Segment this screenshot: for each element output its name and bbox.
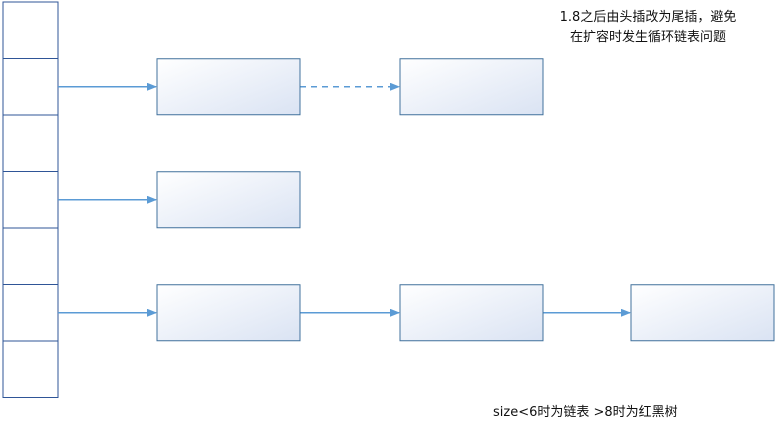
bucket-3-node-0: [156, 171, 301, 229]
annotation-note: 1.8之后由头插改为尾插，避免 在扩容时发生循环链表问题: [528, 8, 768, 48]
bucket-5: [2, 284, 59, 342]
bucket-5-node-2: [630, 284, 775, 342]
annotation-line-2: 在扩容时发生循环链表问题: [569, 30, 726, 45]
annotation-line-1: 1.8之后由头插改为尾插，避免: [559, 10, 737, 25]
bucket-0: [2, 1, 59, 59]
chain-nodes: [156, 58, 775, 342]
bucket-2: [2, 114, 59, 172]
chain-links: [58, 82, 631, 317]
bucket-5-node-1: [399, 284, 544, 342]
hashmap-diagram: [2, 1, 775, 398]
bucket-1: [2, 58, 59, 116]
bucket-5-node-0: [156, 284, 301, 342]
footer-note: size<6时为链表 >8时为红黑树: [493, 405, 678, 420]
bucket-array: [2, 1, 59, 398]
bucket-4: [2, 227, 59, 285]
bucket-6: [2, 340, 59, 398]
bucket-1-node-1: [399, 58, 544, 116]
bucket-3: [2, 171, 59, 229]
bucket-1-node-0: [156, 58, 301, 116]
